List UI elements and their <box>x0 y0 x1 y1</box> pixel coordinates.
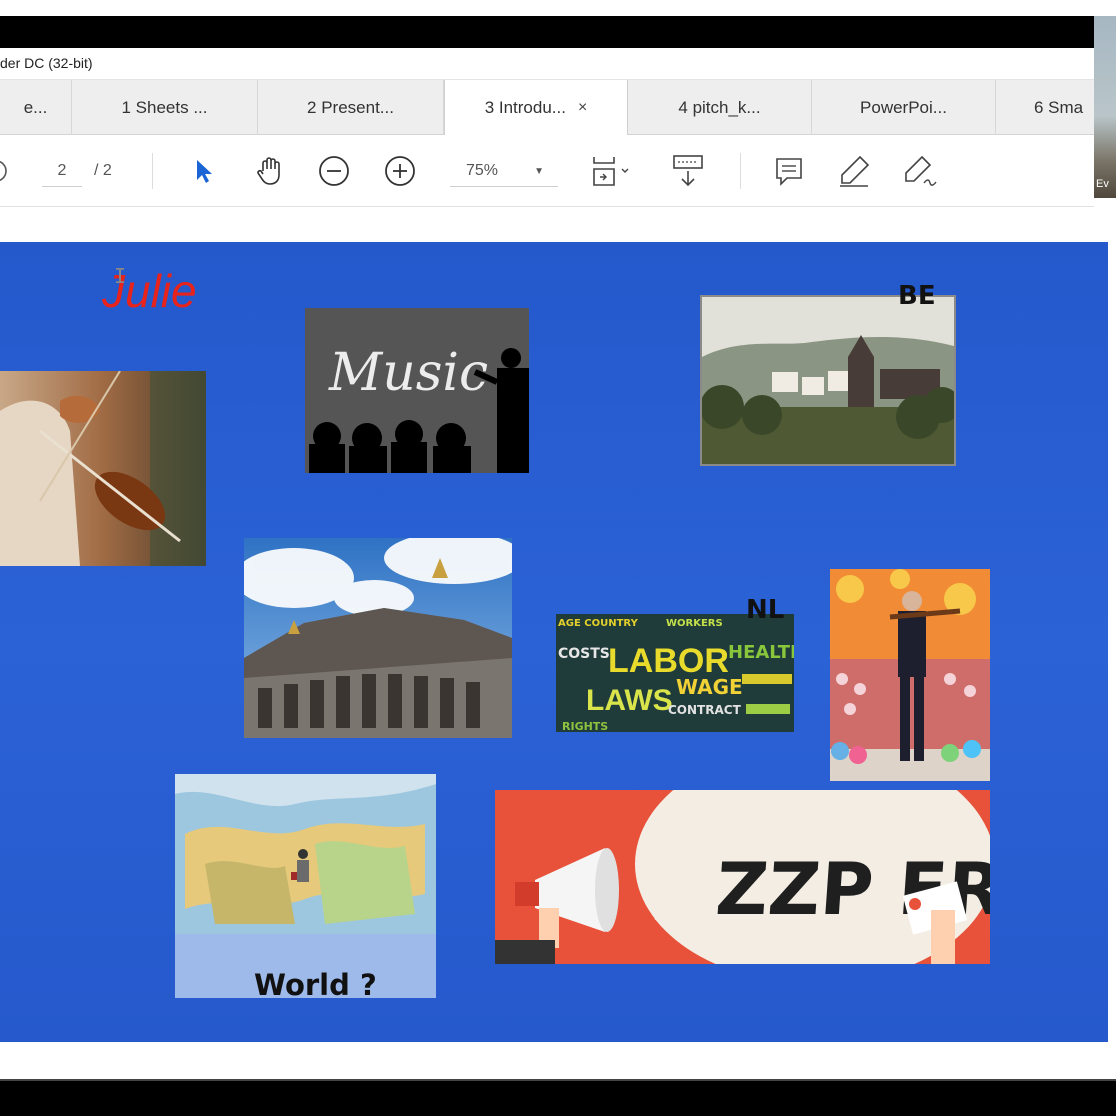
screen: der DC (32-bit) e... 1 Sheets ... 2 Pres… <box>0 0 1116 1116</box>
chevron-down-icon: ▼ <box>534 166 544 177</box>
violinist-stage-image <box>830 569 990 781</box>
opera-building-image <box>244 538 512 738</box>
tab-0[interactable]: e... <box>0 80 72 135</box>
zoom-in-icon[interactable] <box>382 151 418 191</box>
rights-word: RIGHTS <box>562 720 608 732</box>
contract-word: CONTRACT <box>668 703 742 717</box>
webcam-thumbnail: Ev <box>1094 16 1116 198</box>
label-world: World ? <box>254 968 377 1002</box>
hand-tool-icon[interactable] <box>250 151 290 191</box>
page-number-input[interactable]: 2 <box>42 157 82 187</box>
tab-4[interactable]: 4 pitch_k... <box>628 80 812 135</box>
belgium-village-image <box>700 295 956 466</box>
music-text: Music <box>328 343 488 403</box>
highlight-pen-icon[interactable] <box>834 151 874 191</box>
tab-6[interactable]: 6 Sma <box>996 80 1094 135</box>
health-word: HEALTH <box>728 642 794 663</box>
top-black-bar <box>0 16 1094 48</box>
toolbar: 2 / 2 75% ▼ <box>0 135 1094 207</box>
toolbar-separator <box>152 153 153 189</box>
music-chalkboard-image: Music <box>305 308 529 473</box>
tab-3-active[interactable]: 3 Introdu... × <box>444 80 628 136</box>
comment-icon[interactable] <box>770 151 808 191</box>
tab-bar: e... 1 Sheets ... 2 Present... 3 Introdu… <box>0 80 1094 136</box>
tab-5[interactable]: PowerPoi... <box>812 80 996 135</box>
fit-page-icon[interactable] <box>586 151 640 191</box>
window-title: der DC (32-bit) <box>0 55 93 71</box>
labor-laws-wordcloud-image: AGE COUNTRY WORKERS COSTS LABOR HEALTH L… <box>556 614 794 732</box>
zoom-value: 75% <box>466 162 499 179</box>
tab-label: 2 Present... <box>307 97 394 117</box>
zoom-dropdown[interactable]: 75% ▼ <box>450 157 558 187</box>
webcam-name: Ev <box>1096 178 1109 190</box>
zzp-megaphone-banner-image: ZZP ER <box>495 790 990 964</box>
workers-word: WORKERS <box>666 618 723 629</box>
sign-icon[interactable] <box>898 151 942 191</box>
tab-label: e... <box>23 97 48 117</box>
select-arrow-icon[interactable] <box>186 151 220 191</box>
laws-word: LAWS <box>586 684 673 717</box>
page-total: / 2 <box>94 162 112 179</box>
world-map-image <box>175 774 436 998</box>
bottom-black-bar <box>0 1079 1116 1116</box>
window-titlebar: der DC (32-bit) <box>0 48 1094 80</box>
label-be: BE <box>898 281 936 311</box>
tab-label: 6 Sma <box>1034 97 1084 117</box>
tab-label: PowerPoi... <box>860 97 947 117</box>
costs-word: COSTS <box>558 646 610 662</box>
svg-text:AGE COUNTRY: AGE COUNTRY <box>558 618 639 629</box>
tab-label: 3 Introdu... <box>484 98 566 117</box>
prev-page-icon[interactable] <box>0 151 14 191</box>
violin-girl-image <box>0 371 206 566</box>
top-strip <box>0 0 1116 16</box>
toolbar-separator <box>740 153 741 189</box>
wage-word: WAGE <box>676 675 743 699</box>
tab-2[interactable]: 2 Present... <box>258 80 444 135</box>
tab-label: 1 Sheets ... <box>121 97 208 117</box>
text-cursor-icon: I <box>114 264 127 288</box>
tab-label: 4 pitch_k... <box>678 97 761 117</box>
tab-1[interactable]: 1 Sheets ... <box>72 80 258 135</box>
zoom-out-icon[interactable] <box>316 151 352 191</box>
tab-close-icon[interactable]: × <box>578 99 587 117</box>
scroll-mode-icon[interactable] <box>664 151 712 191</box>
label-nl: NL <box>746 595 785 625</box>
